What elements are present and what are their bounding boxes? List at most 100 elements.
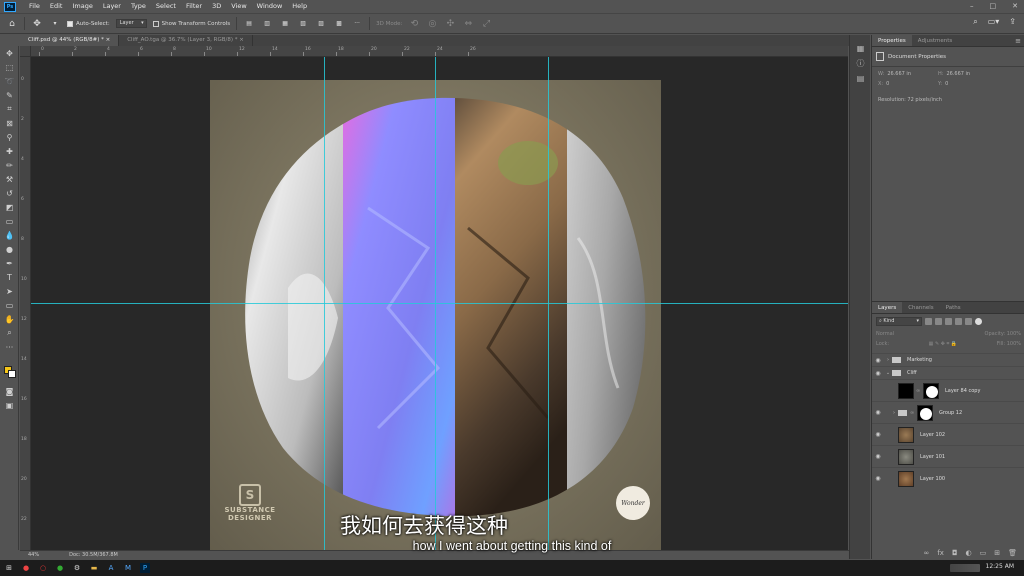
brush-tool-icon[interactable]: ✏: [0, 158, 19, 172]
workspace-icon[interactable]: ▭▾: [988, 17, 1000, 27]
menu-window[interactable]: Window: [252, 0, 288, 13]
menu-help[interactable]: Help: [287, 0, 312, 13]
quick-select-tool-icon[interactable]: ✎: [0, 88, 19, 102]
tab-channels[interactable]: Channels: [902, 302, 939, 313]
screen-mode-icon[interactable]: ▣: [0, 398, 19, 412]
height-field[interactable]: H: 26.667 in: [938, 71, 998, 77]
lock-icons[interactable]: ▦ ✎ ✥ ⌗ 🔒: [929, 341, 958, 347]
layer-row-layer-84-copy[interactable]: ◉ ∞ Layer 84 copy: [872, 379, 1024, 401]
menu-edit[interactable]: Edit: [45, 0, 68, 13]
align-bottom-icon[interactable]: ▦: [279, 18, 291, 30]
more-options-icon[interactable]: ···: [351, 18, 363, 30]
auto-select-checkbox[interactable]: Auto-Select:: [67, 20, 110, 27]
edit-toolbar-icon[interactable]: ···: [0, 340, 19, 354]
show-transform-checkbox[interactable]: Show Transform Controls: [152, 20, 230, 27]
move-tool-icon[interactable]: ✥: [31, 18, 43, 30]
chevron-down-icon[interactable]: ⌄: [884, 370, 892, 376]
home-icon[interactable]: ⌂: [6, 18, 18, 30]
layer-row-group-12[interactable]: ◉ › ∞ Group 12: [872, 401, 1024, 423]
filter-pixel-icon[interactable]: [925, 318, 932, 325]
app-a-icon[interactable]: A: [106, 563, 116, 573]
eraser-tool-icon[interactable]: ◩: [0, 200, 19, 214]
chrome-icon[interactable]: ●: [21, 563, 31, 573]
tab-adjustments[interactable]: Adjustments: [912, 35, 958, 46]
kind-filter-dropdown[interactable]: ⌕ Kind: [876, 317, 922, 326]
background-color-swatch[interactable]: [8, 370, 16, 378]
align-top-icon[interactable]: ▤: [243, 18, 255, 30]
menu-image[interactable]: Image: [67, 0, 97, 13]
layer-row-layer-101[interactable]: ◉ Layer 101: [872, 445, 1024, 467]
pen-tool-icon[interactable]: ✒: [0, 256, 19, 270]
tab-paths[interactable]: Paths: [940, 302, 967, 313]
chevron-down-icon[interactable]: ▾: [49, 18, 61, 30]
align-right-icon[interactable]: ▩: [333, 18, 345, 30]
clone-stamp-tool-icon[interactable]: ⚒: [0, 172, 19, 186]
path-selection-tool-icon[interactable]: ➤: [0, 284, 19, 298]
3d-slide-icon[interactable]: ⇔: [462, 18, 474, 30]
3d-orbit-icon[interactable]: ⟲: [408, 18, 420, 30]
close-button[interactable]: ✕: [1012, 0, 1018, 12]
3d-pan-icon[interactable]: ✣: [444, 18, 456, 30]
share-icon[interactable]: ⇪: [1009, 17, 1016, 27]
3d-scale-icon[interactable]: ⤢: [480, 18, 492, 30]
windows-start-icon[interactable]: ⊞: [4, 563, 14, 573]
swatches-panel-icon[interactable]: ▤: [850, 71, 871, 86]
blur-tool-icon[interactable]: 💧: [0, 228, 19, 242]
minimize-button[interactable]: –: [970, 0, 974, 12]
eye-icon[interactable]: ◉: [872, 431, 884, 438]
healing-brush-tool-icon[interactable]: ✚: [0, 144, 19, 158]
menu-3d[interactable]: 3D: [207, 0, 226, 13]
link-icon[interactable]: ∞: [910, 410, 915, 416]
filter-toggle-icon[interactable]: [975, 318, 982, 325]
menu-type[interactable]: Type: [126, 0, 151, 13]
marquee-tool-icon[interactable]: ⬚: [0, 60, 19, 74]
info-panel-icon[interactable]: ⓘ: [850, 56, 871, 71]
type-tool-icon[interactable]: T: [0, 270, 19, 284]
dodge-tool-icon[interactable]: ●: [0, 242, 19, 256]
guide-horizontal[interactable]: [31, 303, 848, 304]
menu-layer[interactable]: Layer: [98, 0, 126, 13]
frame-tool-icon[interactable]: ⊠: [0, 116, 19, 130]
gradient-tool-icon[interactable]: ▭: [0, 214, 19, 228]
trash-icon[interactable]: 🗑: [1008, 549, 1017, 557]
hand-tool-icon[interactable]: ✋: [0, 312, 19, 326]
3d-roll-icon[interactable]: ◎: [426, 18, 438, 30]
layer-row-cliff[interactable]: ◉ ⌄ Cliff: [872, 366, 1024, 379]
zoom-tool-icon[interactable]: ⌕: [0, 326, 19, 340]
quick-mask-icon[interactable]: ◙: [0, 384, 19, 398]
eye-hidden-icon[interactable]: ◉: [872, 387, 884, 394]
horizontal-ruler[interactable]: 0 2 4 6 8 10 12 14 16 18 20 22 24 26: [31, 46, 848, 57]
layer-row-layer-102[interactable]: ◉ Layer 102: [872, 423, 1024, 445]
align-left-icon[interactable]: ▧: [297, 18, 309, 30]
layer-mask-thumbnail[interactable]: [923, 382, 939, 399]
app-m-icon[interactable]: M: [123, 563, 133, 573]
panel-menu-icon[interactable]: ≡: [1015, 37, 1021, 45]
auto-select-dropdown[interactable]: Layer: [115, 19, 147, 28]
close-icon[interactable]: ×: [239, 37, 244, 43]
fx-icon[interactable]: fx: [937, 549, 944, 557]
width-field[interactable]: W: 26.667 in: [878, 71, 938, 77]
settings-icon[interactable]: ⚙: [72, 563, 82, 573]
opera-icon[interactable]: ○: [38, 563, 48, 573]
checkbox-checked[interactable]: [67, 20, 73, 27]
add-mask-icon[interactable]: ◘: [952, 549, 958, 557]
crop-tool-icon[interactable]: ⌗: [0, 102, 19, 116]
chevron-right-icon[interactable]: ›: [890, 410, 898, 416]
canvas-area[interactable]: S SUBSTANCE DESIGNER Wonder: [31, 57, 848, 550]
eye-icon[interactable]: ◉: [872, 475, 884, 482]
menu-view[interactable]: View: [226, 0, 251, 13]
align-center-icon[interactable]: ▨: [315, 18, 327, 30]
menu-file[interactable]: File: [24, 0, 45, 13]
layer-mask-thumbnail[interactable]: [917, 404, 933, 421]
tab-properties[interactable]: Properties: [872, 35, 912, 46]
menu-select[interactable]: Select: [151, 0, 181, 13]
tab-cliff-ao[interactable]: Cliff_AO.tga @ 36.7% (Layer 3, RGB/8) * …: [119, 35, 253, 46]
eye-icon[interactable]: ◉: [872, 453, 884, 460]
align-middle-icon[interactable]: ▥: [261, 18, 273, 30]
eyedropper-tool-icon[interactable]: ⚲: [0, 130, 19, 144]
filter-adjustment-icon[interactable]: [935, 318, 942, 325]
opacity-control[interactable]: Opacity: 100%: [985, 331, 1021, 337]
vertical-ruler[interactable]: 0 2 4 6 8 10 12 14 16 18 20 22: [20, 57, 31, 550]
eye-icon[interactable]: ◉: [872, 409, 884, 416]
layer-row-layer-100[interactable]: ◉ Layer 100: [872, 467, 1024, 489]
